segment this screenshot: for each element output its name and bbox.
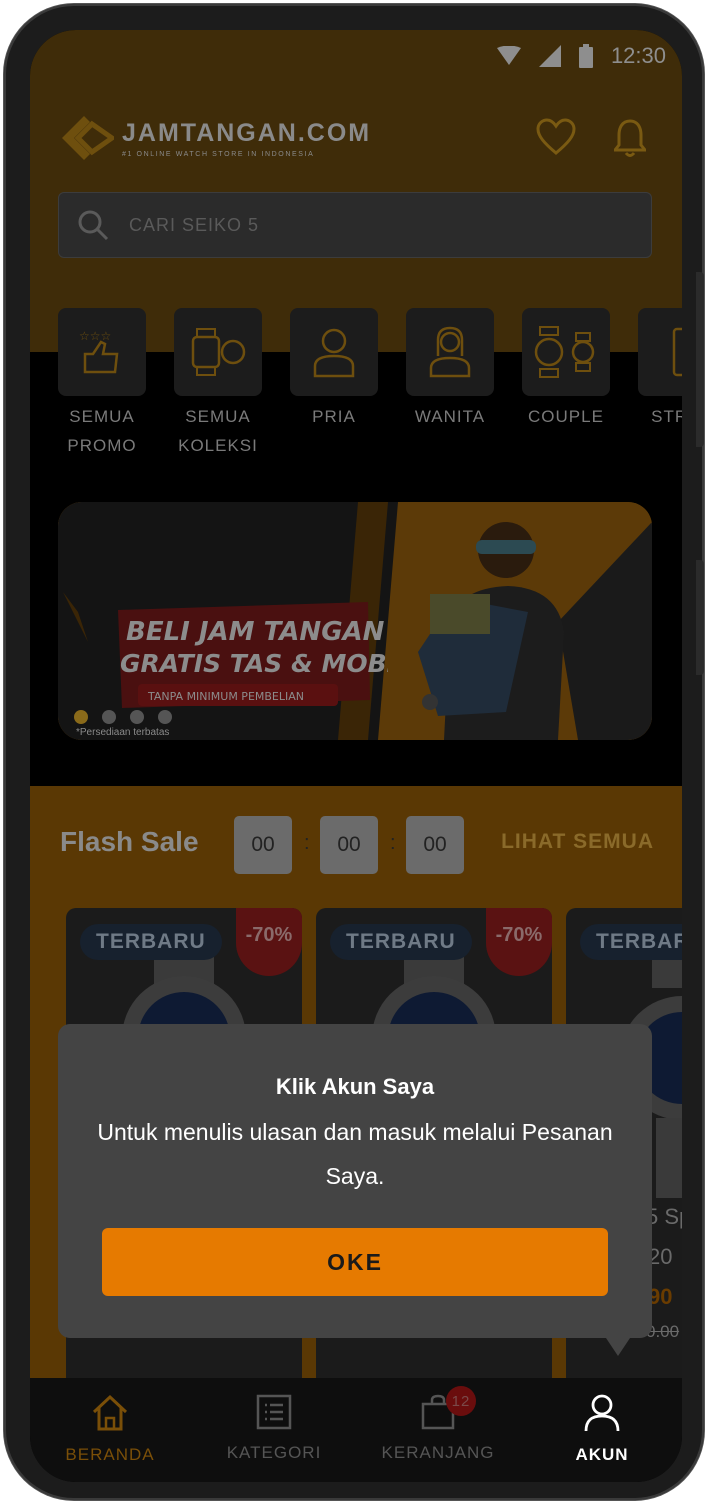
heart-icon[interactable] xyxy=(536,118,576,156)
category-semua-promo[interactable]: ☆☆☆ SEMUA PROMO xyxy=(58,308,146,460)
banner-ribbon: TANPA MINIMUM PEMBELIAN xyxy=(147,690,304,703)
badge-new: TERBARU xyxy=(330,924,472,960)
nav-keranjang[interactable]: 12 KERANJANG xyxy=(368,1386,508,1463)
badge-new: TERBARU xyxy=(80,924,222,960)
timer-hours: 00 xyxy=(234,816,292,874)
discount-badge: -70% xyxy=(486,908,552,976)
category-label: PROMO xyxy=(67,436,137,455)
carousel-dot[interactable] xyxy=(102,710,116,724)
nav-akun[interactable]: AKUN xyxy=(532,1394,672,1465)
app-screen: 12:30 JAMTANGAN.COM #1 ONLINE WATCH STOR… xyxy=(30,30,682,1482)
category-label: COUPLE xyxy=(528,407,604,426)
man-icon xyxy=(313,328,355,378)
category-semua-koleksi[interactable]: SEMUA KOLEKSI xyxy=(174,308,262,460)
category-strap[interactable]: STRAP xyxy=(638,308,682,431)
banner-headline-2: GRATIS TAS & MOBIL xyxy=(120,649,388,678)
search-bar[interactable]: CARI SEIKO 5 xyxy=(58,192,652,258)
category-row: ☆☆☆ SEMUA PROMO SEMUA KOLEKSI PRIA WANIT… xyxy=(58,308,682,468)
list-icon xyxy=(256,1394,292,1430)
category-wanita[interactable]: WANITA xyxy=(406,308,494,431)
signal-icon xyxy=(538,45,561,67)
timer-separator: : xyxy=(390,832,396,854)
home-icon xyxy=(92,1394,128,1431)
status-bar: 12:30 xyxy=(496,40,666,72)
carousel-dot[interactable] xyxy=(130,710,144,724)
nav-label: BERANDA xyxy=(65,1445,155,1464)
see-all-link[interactable]: LIHAT SEMUA xyxy=(501,830,654,854)
promo-icon: ☆☆☆ xyxy=(79,329,119,374)
banner-headline-1: BELI JAM TANGAN xyxy=(126,617,385,647)
carousel-dot[interactable] xyxy=(158,710,172,724)
logo-subtitle: #1 ONLINE WATCH STORE IN INDONESIA xyxy=(122,150,315,158)
battery-icon xyxy=(578,44,593,68)
category-label: SEMUA xyxy=(69,407,135,426)
couple-watch-icon xyxy=(534,326,595,378)
carousel-indicator[interactable] xyxy=(74,710,172,724)
banner-headline: BELI JAM TANGAN GRATIS TAS & MOBIL TANPA… xyxy=(118,602,388,708)
promo-banner[interactable]: BELI JAM TANGAN GRATIS TAS & MOBIL TANPA… xyxy=(58,502,652,740)
svg-text:☆☆☆: ☆☆☆ xyxy=(79,329,111,343)
flash-sale-title: Flash Sale xyxy=(60,826,199,857)
volume-button xyxy=(696,272,704,447)
category-label: STRAP xyxy=(651,407,682,426)
category-label: SEMUA xyxy=(185,407,251,426)
cart-count-badge: 12 xyxy=(446,1386,476,1416)
watches-icon xyxy=(191,328,246,376)
dialog-pointer xyxy=(606,1338,630,1356)
nav-kategori[interactable]: KATEGORI xyxy=(204,1394,344,1463)
wifi-icon xyxy=(496,46,521,65)
strap-icon xyxy=(672,327,682,377)
power-button xyxy=(696,560,704,675)
account-hint-dialog: Klik Akun Saya Untuk menulis ulasan dan … xyxy=(58,1024,652,1356)
search-icon xyxy=(78,210,109,241)
logo-title: JAMTANGAN.COM xyxy=(122,118,372,147)
category-couple[interactable]: COUPLE xyxy=(522,308,610,431)
user-icon xyxy=(584,1394,620,1432)
search-placeholder: CARI SEIKO 5 xyxy=(129,214,260,235)
status-time: 12:30 xyxy=(610,43,666,68)
bell-icon[interactable] xyxy=(614,118,646,158)
badge-new: TERBARU xyxy=(580,924,682,960)
timer-separator: : xyxy=(304,832,310,854)
category-label: PRIA xyxy=(312,407,356,426)
category-label: KOLEKSI xyxy=(178,436,258,455)
app-logo[interactable]: JAMTANGAN.COM #1 ONLINE WATCH STORE IN I… xyxy=(60,114,371,162)
nav-beranda[interactable]: BERANDA xyxy=(40,1394,180,1465)
dialog-title: Klik Akun Saya xyxy=(275,1074,435,1099)
category-pria[interactable]: PRIA xyxy=(290,308,378,431)
category-label: WANITA xyxy=(414,407,486,426)
timer-seconds: 00 xyxy=(406,816,464,874)
bottom-navigation: BERANDA KATEGORI 12 KERANJANG AKUN xyxy=(30,1378,682,1482)
banner-footnote: *Persediaan terbatas xyxy=(76,727,170,738)
header-background xyxy=(30,30,682,352)
phone-frame: 12:30 JAMTANGAN.COM #1 ONLINE WATCH STOR… xyxy=(4,4,704,1500)
ok-button[interactable]: OKE xyxy=(102,1228,608,1296)
dialog-message: Untuk menulis ulasan dan masuk melalui P… xyxy=(97,1119,613,1189)
timer-minutes: 00 xyxy=(320,816,378,874)
nav-label: AKUN xyxy=(575,1445,629,1464)
carousel-dot[interactable] xyxy=(74,710,88,724)
woman-icon xyxy=(429,326,471,378)
discount-badge: -70% xyxy=(236,908,302,976)
nav-label: KATEGORI xyxy=(226,1443,322,1462)
nav-label: KERANJANG xyxy=(381,1443,495,1462)
logo-mark-icon xyxy=(62,116,114,160)
